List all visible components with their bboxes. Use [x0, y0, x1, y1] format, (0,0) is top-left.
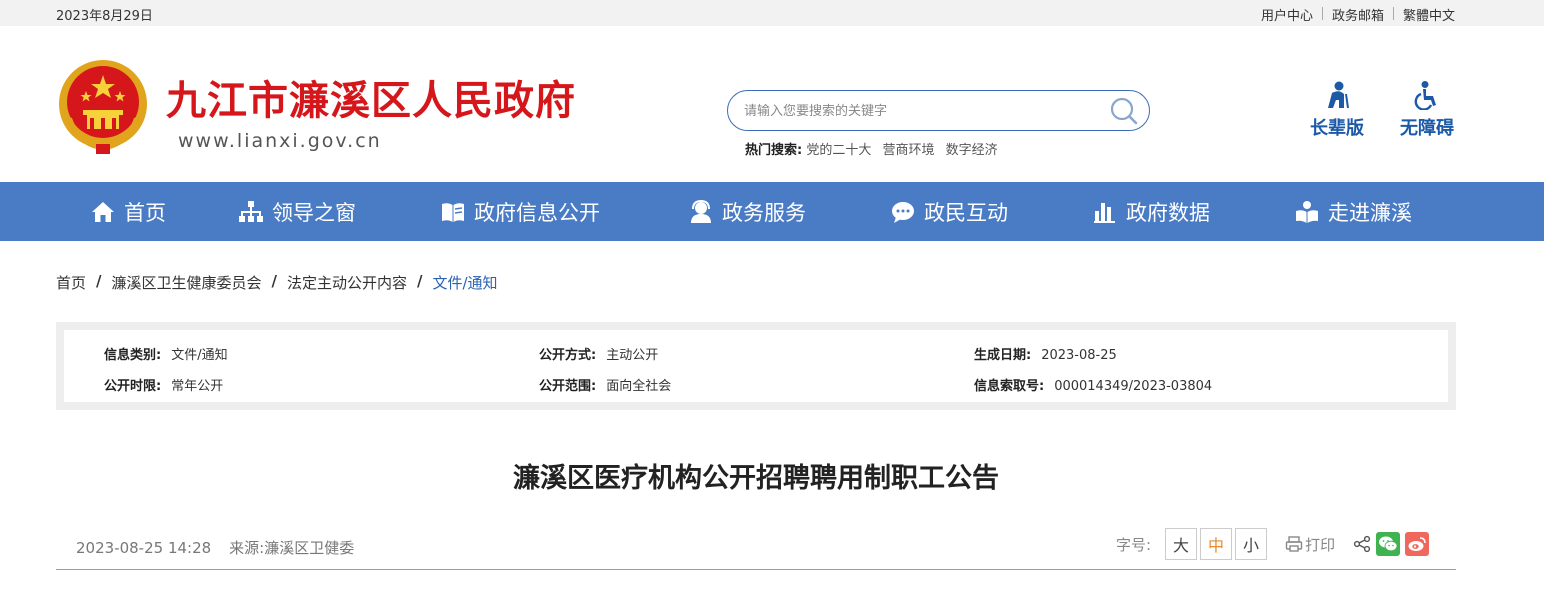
info-scope-value: 面向全社会: [606, 379, 672, 394]
home-icon: [92, 201, 114, 222]
article-meta: 2023-08-25 14:28 来源:濂溪区卫健委: [76, 537, 354, 558]
elder-mode-label: 长辈版: [1310, 118, 1364, 139]
weibo-icon: [1408, 537, 1426, 551]
nav-item-interaction[interactable]: 政民互动: [890, 182, 1008, 241]
reader-book-icon: [1296, 200, 1318, 223]
bar-chart-icon: [1094, 202, 1115, 223]
font-medium-button[interactable]: 中: [1200, 528, 1233, 560]
nav-item-home[interactable]: 首页: [90, 182, 166, 241]
font-large-button[interactable]: 大: [1165, 528, 1198, 560]
breadcrumb-separator: /: [96, 272, 102, 290]
nav-label: 政务服务: [722, 200, 806, 225]
site-url: www.lianxi.gov.cn: [178, 130, 382, 152]
info-index: 信息索取号: 000014349/2023-03804: [974, 375, 1212, 394]
nav-item-leaders[interactable]: 领导之窗: [238, 182, 356, 241]
info-date-value: 2023-08-25: [1041, 348, 1117, 363]
search-input[interactable]: [744, 100, 1104, 122]
article-title: 濂溪区医疗机构公开招聘聘用制职工公告: [513, 463, 999, 494]
wechat-share-button[interactable]: [1376, 532, 1401, 556]
search-icon[interactable]: [1109, 96, 1139, 126]
nav-label: 首页: [124, 200, 166, 225]
info-index-value: 000014349/2023-03804: [1054, 379, 1213, 394]
hot-search-label: 热门搜索:: [745, 143, 803, 158]
breadcrumb-section[interactable]: 法定主动公开内容: [287, 272, 407, 293]
nav-label: 领导之窗: [272, 200, 356, 225]
top-bar: 2023年8月29日 用户中心 政务邮箱 繁體中文: [0, 0, 1544, 26]
accessibility-label: 无障碍: [1400, 118, 1454, 139]
nav-item-about[interactable]: 走进濂溪: [1294, 182, 1412, 241]
info-scope-label: 公开范围:: [539, 379, 597, 394]
info-period-label: 公开时限:: [104, 379, 162, 394]
info-method: 公开方式: 主动公开: [539, 344, 658, 363]
font-small-button[interactable]: 小: [1235, 528, 1268, 560]
info-method-value: 主动公开: [606, 348, 659, 363]
breadcrumb: 首页 / 濂溪区卫生健康委员会 / 法定主动公开内容 / 文件/通知: [56, 272, 498, 293]
current-date: 2023年8月29日: [56, 9, 153, 24]
info-metadata-box: 信息类别: 文件/通知 公开方式: 主动公开 生成日期: 2023-08-25 公开时…: [56, 322, 1456, 410]
share-icon[interactable]: [1353, 535, 1371, 553]
chat-bubble-icon: [892, 201, 914, 223]
info-category-value: 文件/通知: [171, 348, 228, 363]
info-date-label: 生成日期:: [974, 348, 1032, 363]
nav-item-gov-info[interactable]: 政府信息公开: [440, 182, 600, 241]
print-button[interactable]: 打印: [1285, 534, 1335, 555]
top-links: 用户中心 政务邮箱 繁體中文: [1261, 5, 1455, 24]
service-person-icon: [691, 199, 711, 223]
search-box: [727, 90, 1150, 131]
info-index-label: 信息索取号:: [974, 379, 1045, 394]
breadcrumb-separator: /: [417, 272, 423, 290]
nav-label: 政民互动: [924, 200, 1008, 225]
info-scope: 公开范围: 面向全社会: [539, 375, 671, 394]
breadcrumb-current[interactable]: 文件/通知: [433, 272, 498, 293]
weibo-share-button[interactable]: [1405, 532, 1430, 556]
main-nav: 首页 领导之窗 政府信息公开 政务服务 政民互动 政府数据 走进濂溪: [0, 182, 1544, 241]
open-book-icon: [442, 202, 464, 222]
gov-mail-link[interactable]: 政务邮箱: [1332, 5, 1384, 24]
wechat-icon: [1379, 536, 1398, 552]
hot-search-item[interactable]: 党的二十大: [806, 143, 871, 158]
nav-label: 走进濂溪: [1328, 200, 1412, 225]
info-method-label: 公开方式:: [539, 348, 597, 363]
nav-label: 政府信息公开: [474, 200, 600, 225]
nav-item-services[interactable]: 政务服务: [688, 182, 806, 241]
nav-item-data[interactable]: 政府数据: [1092, 182, 1210, 241]
accessibility-button[interactable]: 无障碍: [1397, 80, 1457, 140]
info-period-value: 常年公开: [171, 379, 224, 394]
elder-mode-button[interactable]: 长辈版: [1307, 80, 1367, 140]
print-label: 打印: [1305, 535, 1336, 554]
divider: [1321, 7, 1323, 20]
article-divider: [56, 569, 1456, 570]
elder-person-icon: [1328, 81, 1349, 109]
hot-search-item[interactable]: 数字经济: [946, 143, 998, 158]
site-title: 九江市濂溪区人民政府: [166, 78, 576, 124]
breadcrumb-home[interactable]: 首页: [56, 272, 86, 293]
info-category-label: 信息类别:: [104, 348, 162, 363]
breadcrumb-department[interactable]: 濂溪区卫生健康委员会: [112, 272, 262, 293]
traditional-chinese-link[interactable]: 繁體中文: [1403, 5, 1455, 24]
wheelchair-icon: [1414, 81, 1436, 110]
nav-label: 政府数据: [1126, 200, 1210, 225]
printer-icon: [1285, 536, 1303, 552]
national-emblem-icon[interactable]: [56, 58, 150, 156]
article-datetime: 2023-08-25 14:28: [76, 539, 212, 557]
info-period: 公开时限: 常年公开: [104, 375, 223, 394]
article-source: 来源:濂溪区卫健委: [229, 539, 355, 557]
hot-search-item[interactable]: 营商环境: [883, 143, 935, 158]
user-center-link[interactable]: 用户中心: [1261, 5, 1313, 24]
info-date: 生成日期: 2023-08-25: [974, 344, 1117, 363]
article-tools: 字号: 大 中 小 打印: [1116, 528, 1430, 560]
breadcrumb-separator: /: [271, 272, 277, 290]
font-size-label: 字号:: [1116, 535, 1152, 554]
hot-search: 热门搜索: 党的二十大 营商环境 数字经济: [745, 139, 1005, 158]
info-category: 信息类别: 文件/通知: [104, 344, 228, 363]
divider: [1392, 7, 1394, 20]
org-chart-icon: [239, 200, 263, 222]
